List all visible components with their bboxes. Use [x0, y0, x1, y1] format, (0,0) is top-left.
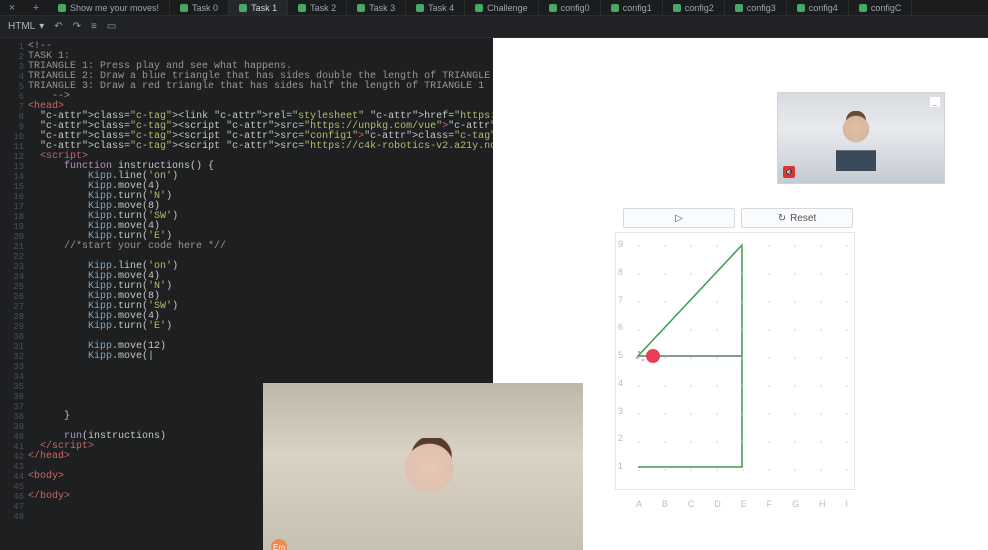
- doc-icon: [673, 4, 681, 12]
- doc-icon: [611, 4, 619, 12]
- tab-label: Task 4: [428, 3, 454, 13]
- tab-label: configC: [871, 3, 902, 13]
- robot-marker: [646, 349, 660, 363]
- tab-bar: × + Show me your moves! Task 0 Task 1 Ta…: [0, 0, 988, 16]
- tab-label: Task 1: [251, 3, 277, 13]
- tab-challenge[interactable]: Challenge: [465, 0, 539, 15]
- tab-config0[interactable]: config0: [539, 0, 601, 15]
- tab-configC[interactable]: configC: [849, 0, 913, 15]
- reset-button[interactable]: ↻ Reset: [741, 208, 853, 228]
- tab-label: config1: [623, 3, 652, 13]
- undo-button[interactable]: ↶: [54, 21, 62, 32]
- doc-icon: [58, 4, 66, 12]
- main-split: 1234567891011121314151617181920212223242…: [0, 38, 988, 550]
- tab-label: config0: [561, 3, 590, 13]
- doc-icon: [475, 4, 483, 12]
- code-editor[interactable]: 1234567891011121314151617181920212223242…: [0, 38, 493, 550]
- video-participant-1[interactable]: Em: [263, 383, 583, 550]
- tab-label: Show me your moves!: [70, 3, 159, 13]
- doc-icon: [298, 4, 306, 12]
- editor-toolbar: HTML ▾ ↶ ↷ ≡ ▭: [0, 16, 988, 38]
- control-strip: ▷ ↻ Reset: [623, 208, 853, 228]
- new-tab-button[interactable]: +: [24, 2, 48, 14]
- reset-icon: ↻: [778, 213, 786, 224]
- tab-config1[interactable]: config1: [601, 0, 663, 15]
- tab-task0[interactable]: Task 0: [170, 0, 229, 15]
- close-tab-button[interactable]: ×: [0, 2, 24, 14]
- syntax-select[interactable]: HTML ▾: [8, 21, 44, 32]
- chevron-down-icon: ▾: [39, 21, 44, 32]
- tab-showme[interactable]: Show me your moves!: [48, 0, 170, 15]
- doc-icon: [549, 4, 557, 12]
- tab-task1[interactable]: Task 1: [229, 0, 288, 15]
- doc-icon: [735, 4, 743, 12]
- tab-task3[interactable]: Task 3: [347, 0, 406, 15]
- tab-label: Task 0: [192, 3, 218, 13]
- play-icon: ▷: [675, 213, 683, 224]
- redo-button[interactable]: ↷: [73, 21, 81, 32]
- mute-icon: 🔇: [783, 166, 795, 178]
- robot-grid: 987654321 ABCDEFGHI: [615, 232, 855, 490]
- doc-icon: [239, 4, 247, 12]
- doc-icon: [180, 4, 188, 12]
- syntax-label: HTML: [8, 21, 35, 32]
- grid-canvas: [632, 239, 848, 473]
- play-button[interactable]: ▷: [623, 208, 735, 228]
- format-button[interactable]: ≡: [91, 21, 97, 32]
- reset-label: Reset: [790, 213, 816, 224]
- tab-config3[interactable]: config3: [725, 0, 787, 15]
- doc-icon: [859, 4, 867, 12]
- participant-badge: Em: [271, 539, 287, 550]
- spark-icon: [638, 351, 640, 353]
- close-icon[interactable]: _: [930, 97, 940, 107]
- grid-x-axis: ABCDEFGHI: [636, 499, 848, 509]
- grid-y-axis: 987654321: [618, 239, 623, 471]
- video-participant-2[interactable]: _ 🔇: [777, 92, 945, 184]
- tab-task4[interactable]: Task 4: [406, 0, 465, 15]
- tab-label: Task 3: [369, 3, 395, 13]
- spark-icon: [642, 359, 644, 361]
- doc-icon: [797, 4, 805, 12]
- tab-task2[interactable]: Task 2: [288, 0, 347, 15]
- tab-label: Task 2: [310, 3, 336, 13]
- tab-config4[interactable]: config4: [787, 0, 849, 15]
- tab-label: config4: [809, 3, 838, 13]
- tab-label: config2: [685, 3, 714, 13]
- doc-icon: [357, 4, 365, 12]
- tab-label: config3: [747, 3, 776, 13]
- doc-icon: [416, 4, 424, 12]
- tab-config2[interactable]: config2: [663, 0, 725, 15]
- tab-label: Challenge: [487, 3, 528, 13]
- preview-button[interactable]: ▭: [107, 21, 116, 32]
